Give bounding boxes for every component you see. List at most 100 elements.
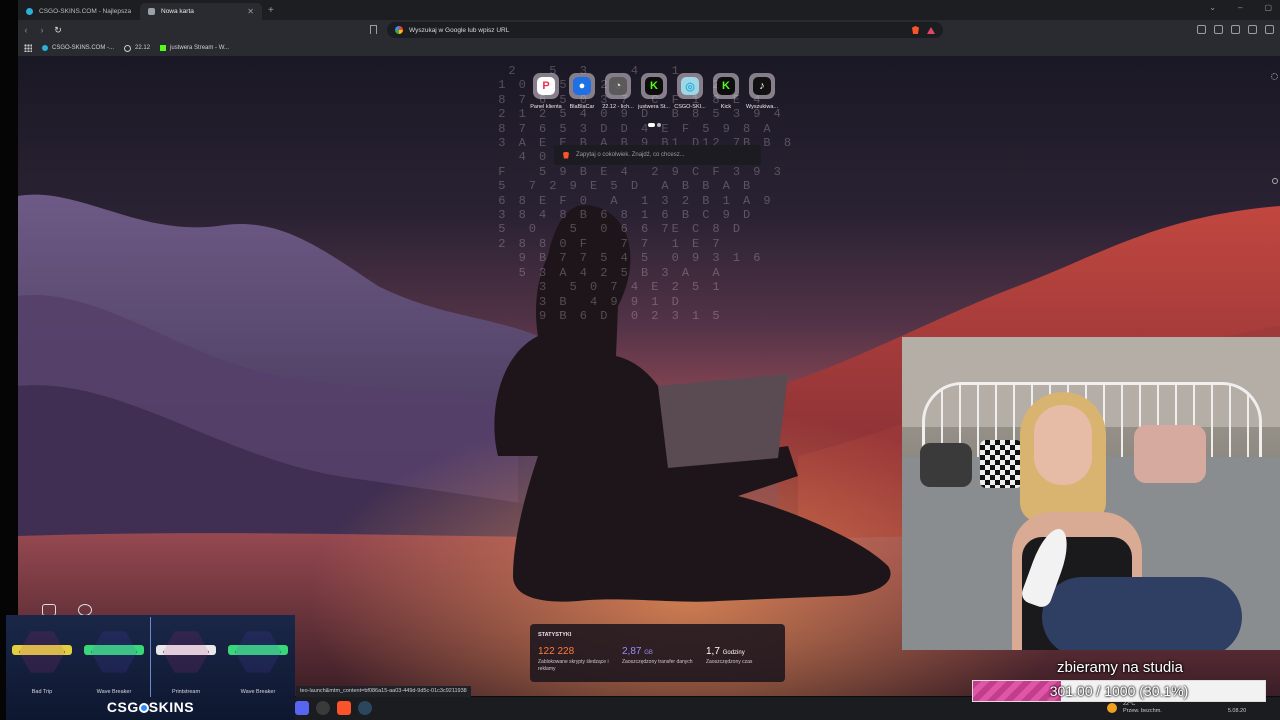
- top-site-kick[interactable]: K Kick: [712, 73, 740, 110]
- steam-icon[interactable]: [358, 701, 372, 715]
- stat-time: 1,7 Godziny Zaoszczędzony czas: [706, 646, 790, 673]
- top-site-label: 22.12 - lich...: [602, 104, 634, 110]
- panel-klienta-icon: P: [537, 77, 555, 95]
- top-sites-pager[interactable]: [648, 123, 661, 127]
- weather-desc: Przew. bezchm.: [1123, 708, 1162, 714]
- discord-icon[interactable]: [295, 701, 309, 715]
- taskbar-clock[interactable]: 5.08.20: [1228, 701, 1246, 715]
- split-view-icon[interactable]: [1214, 25, 1223, 34]
- bookmarks-bar: CSGO-SKINS.COM -... 22.12 justwera Strea…: [18, 40, 1280, 56]
- top-site-label: BlaBlaCar: [569, 104, 595, 110]
- stat-label: Zaoszczędzony czas: [706, 659, 753, 665]
- bookmark-csgo-skins[interactable]: CSGO-SKINS.COM -...: [42, 45, 114, 51]
- top-site-label: Kick: [720, 104, 732, 110]
- maximize-button[interactable]: ▢: [1264, 3, 1272, 12]
- gear-icon[interactable]: [1271, 73, 1278, 80]
- weapon-frame: [19, 631, 65, 673]
- address-placeholder: Wyszukaj w Google lub wpisz URL: [409, 26, 510, 34]
- browser-toolbar: ‹ › ↻ Wyszukaj w Google lub wpisz URL: [18, 20, 1280, 40]
- weapon-frame: [91, 631, 137, 673]
- bookmark-label: justwera Stream - W...: [170, 45, 230, 51]
- bookmark-justwera[interactable]: justwera Stream - W...: [160, 45, 229, 51]
- ask-search-box[interactable]: Zapytaj o cokolwiek. Znajdź, co chcesz..…: [554, 145, 761, 165]
- weather-widget[interactable]: 22°C Przew. bezchm.: [1123, 701, 1162, 715]
- webcam-feed: [902, 337, 1280, 650]
- top-site-label: CSGO-SKI...: [674, 104, 706, 110]
- csgo-skins-favicon-icon: ◎: [681, 77, 699, 95]
- back-button[interactable]: ‹: [18, 25, 34, 35]
- weapon-name: Wave Breaker: [96, 689, 132, 695]
- brave-icon: [563, 151, 569, 159]
- apps-grid-icon[interactable]: [24, 44, 32, 52]
- clock-icon: [124, 44, 132, 52]
- stat-trackers: 122 228 Zablokowane skrypty śledzące i r…: [538, 646, 622, 673]
- weapon-name: Wave Breaker: [240, 689, 276, 695]
- tab-strip: CSGO-SKINS.COM - Najlepsza Skrzy Nowa ka…: [18, 0, 1280, 20]
- stats-widget: STATYSTYKI 122 228 Zablokowane skrypty ś…: [530, 624, 785, 682]
- csgo-skins-ad[interactable]: Bad Trip Wave Breaker Printstream Wave B…: [6, 615, 295, 720]
- left-gutter: [0, 0, 18, 720]
- weapon-frame: [235, 631, 281, 673]
- stats-header: STATYSTYKI: [538, 632, 572, 638]
- bookmark-label: CSGO-SKINS.COM -...: [52, 45, 115, 51]
- chevron-down-icon[interactable]: ⌄: [1209, 3, 1216, 12]
- address-bar[interactable]: Wyszukaj w Google lub wpisz URL: [387, 22, 943, 38]
- top-site-panel-klienta[interactable]: P Panel klienta: [530, 73, 562, 110]
- weather-icon[interactable]: [1107, 703, 1117, 713]
- goal-progress-text: 301.00 / 1000 (30.1%): [1049, 683, 1189, 699]
- brave-rewards-icon[interactable]: [927, 26, 935, 34]
- ad-item: Wave Breaker: [78, 621, 150, 699]
- stat-bandwidth: 2,87 GB Zaoszczędzony transfer danych: [622, 646, 706, 673]
- ad-item: Printstream: [150, 621, 222, 699]
- top-site-label: Wyszukiwa...: [745, 104, 779, 110]
- obs-icon[interactable]: [316, 701, 330, 715]
- kick-icon: K: [645, 77, 663, 95]
- kick-icon: K: [717, 77, 735, 95]
- tiktok-icon: ♪: [753, 77, 771, 95]
- date: 5.08.20: [1227, 708, 1247, 714]
- ad-item: Wave Breaker: [222, 621, 294, 699]
- top-site-justwera[interactable]: K justwera St...: [638, 73, 670, 110]
- close-tab-icon[interactable]: ✕: [247, 7, 254, 16]
- top-site-blablacar[interactable]: ● BlaBlaCar: [568, 73, 596, 110]
- sidebar-toggle-icon[interactable]: [1272, 178, 1278, 184]
- stat-value: 2,87: [622, 646, 642, 657]
- ad-divider: [150, 617, 151, 697]
- weapon-frame: [163, 631, 209, 673]
- bookmark-22-12[interactable]: 22.12: [124, 44, 151, 52]
- tab-csgo-skins[interactable]: CSGO-SKINS.COM - Najlepsza Skrzy: [18, 3, 140, 20]
- top-site-lichess[interactable]: ◔ 22.12 - lich...: [602, 73, 634, 110]
- brave-icon[interactable]: [337, 701, 351, 715]
- sidebar-icon[interactable]: [1197, 25, 1206, 34]
- forward-button[interactable]: ›: [34, 25, 50, 35]
- reload-button[interactable]: ↻: [50, 25, 66, 36]
- bookmark-label: 22.12: [135, 45, 151, 51]
- top-site-csgo-skins[interactable]: ◎ CSGO-SKI...: [674, 73, 706, 110]
- vpn-icon[interactable]: [1248, 25, 1257, 34]
- system-tray: 22°C Przew. bezchm. 5.08.20: [1107, 701, 1246, 715]
- stat-label: Zaoszczędzony transfer danych: [622, 659, 693, 665]
- top-site-tiktok[interactable]: ♪ Wyszukiwa...: [746, 73, 778, 110]
- top-site-label: Panel klienta: [530, 104, 562, 110]
- lichess-icon: ◔: [609, 77, 627, 95]
- top-sites: P Panel klienta ● BlaBlaCar ◔ 22.12 - li…: [530, 73, 778, 110]
- bookmark-icon[interactable]: [370, 25, 377, 34]
- stat-value: 1,7: [706, 646, 720, 657]
- brave-shields-icon[interactable]: [912, 26, 919, 34]
- menu-icon[interactable]: [1265, 25, 1274, 34]
- wallet-icon[interactable]: [1231, 25, 1240, 34]
- tab-new-tab[interactable]: Nowa karta ✕: [140, 3, 262, 20]
- csgo-skins-logo: CSG SKINS: [6, 699, 295, 715]
- goal-title: zbieramy na studia: [1057, 659, 1183, 676]
- new-tab-button[interactable]: +: [268, 5, 274, 16]
- blablacar-icon: ●: [573, 77, 591, 95]
- csgo-skins-favicon-icon: [42, 45, 48, 51]
- weapon-name: Bad Trip: [31, 689, 53, 695]
- ask-placeholder: Zapytaj o cokolwiek. Znajdź, co chcesz..…: [576, 152, 685, 158]
- tab-title: CSGO-SKINS.COM - Najlepsza Skrzy: [39, 8, 132, 15]
- ad-item: Bad Trip: [6, 621, 78, 699]
- google-icon: [395, 26, 403, 34]
- minimize-button[interactable]: –: [1238, 3, 1242, 12]
- status-url: teo-launch&mtm_content=bf086a15-aa03-449…: [296, 686, 471, 697]
- brand-right: SKINS: [148, 699, 195, 715]
